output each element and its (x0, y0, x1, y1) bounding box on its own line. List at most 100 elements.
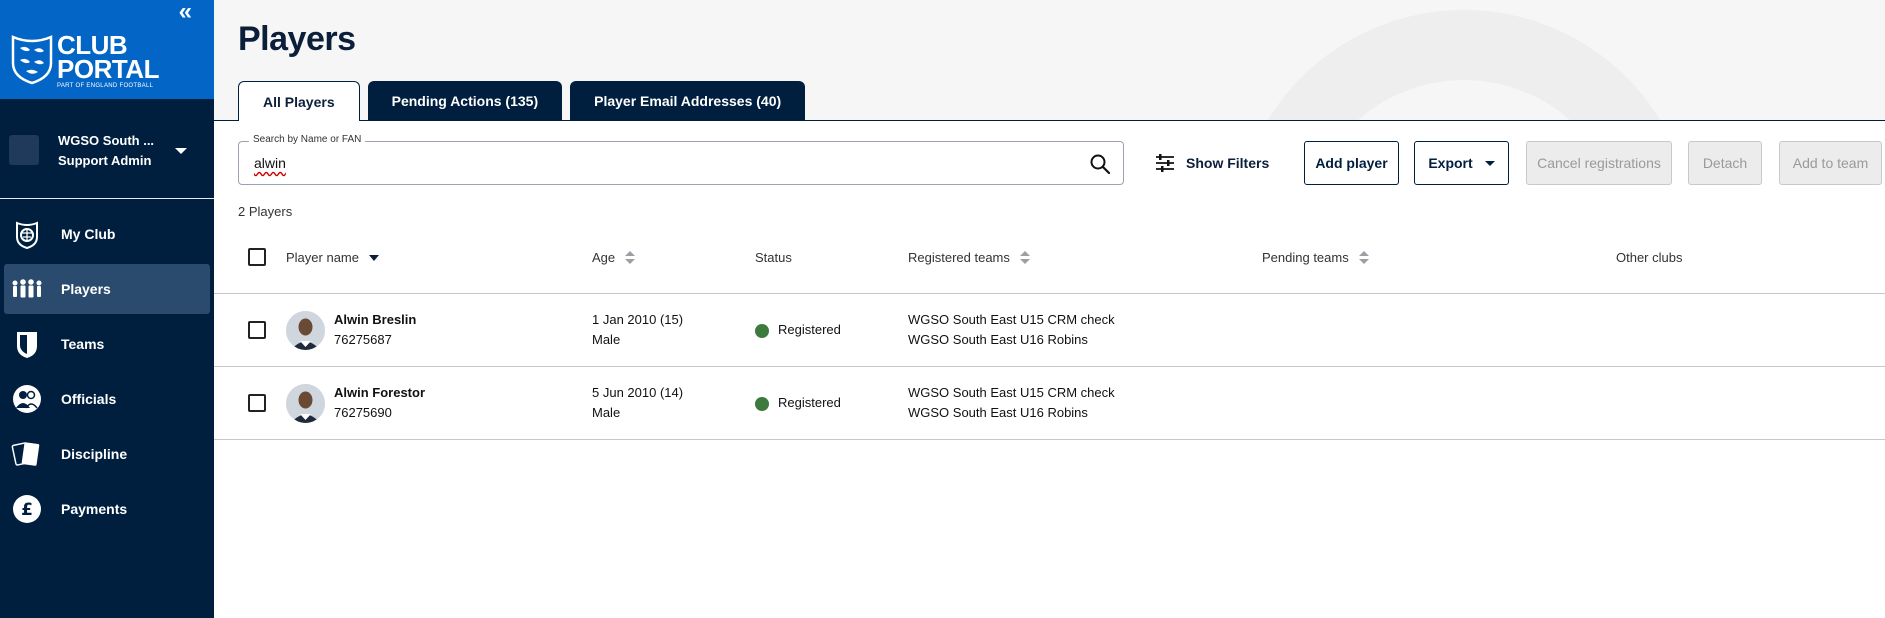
sidebar-item-teams[interactable]: Teams (4, 319, 210, 369)
brand-line2: PORTAL (57, 54, 159, 84)
players-group-icon (12, 279, 42, 298)
sidebar-item-label: Discipline (61, 446, 128, 462)
player-fan: 76275690 (334, 405, 392, 420)
row-checkbox[interactable] (248, 321, 266, 339)
club-crest-icon (16, 221, 38, 250)
cancel-registrations-button[interactable]: Cancel registrations (1526, 141, 1672, 185)
chevron-down-icon (1484, 160, 1495, 166)
tab-pending-actions[interactable]: Pending Actions (135) (367, 81, 563, 121)
table-header: Player name Age Status Registered teams … (214, 238, 1885, 294)
three-lions-logo-icon (11, 35, 53, 85)
team-shield-icon (17, 332, 37, 358)
player-fan: 76275687 (334, 332, 392, 347)
registered-team: WGSO South East U16 Robins (908, 332, 1088, 347)
svg-text:£: £ (21, 500, 33, 520)
sort-icon[interactable] (1358, 250, 1369, 265)
page-title: Players (238, 20, 356, 58)
player-dob-age: 5 Jun 2010 (14) (592, 385, 684, 400)
sidebar-item-label: Payments (61, 501, 128, 517)
table-row[interactable]: Alwin Forestor 76275690 5 Jun 2010 (14) … (214, 367, 1885, 440)
export-label: Export (1428, 155, 1473, 171)
sort-descending-icon[interactable] (368, 254, 379, 261)
player-dob-age: 1 Jan 2010 (15) (592, 312, 684, 327)
column-label: Status (755, 250, 792, 265)
status-dot-icon (755, 396, 769, 411)
column-registered-teams[interactable]: Registered teams (908, 250, 1030, 265)
officials-icon (13, 385, 41, 413)
column-other-clubs: Other clubs (1616, 250, 1682, 265)
player-photo-icon (286, 311, 325, 350)
sidebar-item-label: My Club (61, 226, 116, 242)
column-label: Registered teams (908, 250, 1010, 265)
tab-all-players[interactable]: All Players (238, 81, 360, 121)
account-switcher[interactable]: WGSO South ... Support Admin (0, 116, 214, 188)
sort-icon[interactable] (1019, 250, 1030, 265)
tab-player-email-addresses[interactable]: Player Email Addresses (40) (570, 81, 806, 121)
status-dot-icon (755, 323, 769, 338)
chevron-down-icon[interactable] (175, 148, 187, 154)
main-content: Players All Players Pending Actions (135… (214, 0, 1885, 618)
sidebar-divider (0, 198, 214, 199)
registered-teams-cell: WGSO South East U15 CRM check WGSO South… (908, 310, 1115, 350)
status-cell: Registered (755, 393, 841, 413)
table-row[interactable]: Alwin Breslin 76275687 1 Jan 2010 (15) M… (214, 294, 1885, 367)
sidebar-item-payments[interactable]: £ Payments (4, 484, 210, 534)
brand-header: « CLUB PORTAL PART OF ENGLAND FOOTBALL (0, 0, 214, 99)
status-badge: Registered (778, 322, 841, 337)
player-avatar (286, 384, 325, 423)
search-label: Search by Name or FAN (249, 134, 366, 145)
registered-teams-cell: WGSO South East U15 CRM check WGSO South… (908, 383, 1115, 423)
show-filters-button[interactable]: Show Filters (1154, 148, 1269, 178)
tab-bar: All Players Pending Actions (135) Player… (238, 81, 813, 121)
search-value[interactable]: alwin (254, 155, 286, 171)
status-badge: Registered (778, 395, 841, 410)
account-role: Support Admin (58, 153, 152, 168)
registered-team: WGSO South East U15 CRM check (908, 385, 1115, 400)
column-label: Pending teams (1262, 250, 1349, 265)
sidebar-item-officials[interactable]: Officials (4, 374, 210, 424)
export-button[interactable]: Export (1414, 141, 1509, 185)
column-label: Other clubs (1616, 250, 1683, 265)
age-cell: 5 Jun 2010 (14) Male (592, 383, 683, 423)
column-age[interactable]: Age (592, 250, 636, 265)
sidebar-item-my-club[interactable]: My Club (4, 209, 210, 259)
player-avatar (286, 311, 325, 350)
show-filters-label: Show Filters (1186, 155, 1270, 171)
sidebar-item-players[interactable]: Players (4, 264, 210, 314)
tab-divider (214, 120, 1885, 121)
account-name: WGSO South ... (58, 133, 155, 148)
player-name-cell: Alwin Breslin 76275687 (334, 310, 416, 350)
add-to-team-button[interactable]: Add to team (1779, 141, 1882, 185)
sidebar-item-label: Officials (61, 391, 117, 407)
detach-button[interactable]: Detach (1688, 141, 1762, 185)
player-name[interactable]: Alwin Breslin (334, 310, 416, 330)
column-player-name[interactable]: Player name (286, 250, 379, 265)
decorative-arc (1234, 10, 1694, 120)
sidebar-item-discipline[interactable]: Discipline (4, 429, 210, 479)
sidebar-nav: My Club Players Teams Officials Discipli… (0, 205, 214, 539)
sidebar-item-label: Players (61, 281, 111, 297)
search-input[interactable]: Search by Name or FAN alwin (238, 134, 1124, 185)
sort-icon[interactable] (625, 250, 636, 265)
registered-team: WGSO South East U15 CRM check (908, 312, 1115, 327)
row-checkbox[interactable] (248, 394, 266, 412)
column-label: Age (592, 250, 616, 265)
cards-icon (11, 442, 40, 466)
search-icon[interactable] (1089, 153, 1111, 175)
add-player-button[interactable]: Add player (1304, 141, 1399, 185)
sidebar: « CLUB PORTAL PART OF ENGLAND FOOTBALL W… (0, 0, 214, 618)
player-name-cell: Alwin Forestor 76275690 (334, 383, 425, 423)
column-label: Player name (286, 250, 359, 265)
player-name[interactable]: Alwin Forestor (334, 383, 425, 403)
sidebar-item-label: Teams (61, 336, 105, 352)
filter-sliders-icon (1156, 154, 1174, 172)
select-all-checkbox[interactable] (248, 248, 266, 266)
column-status: Status (755, 250, 792, 265)
collapse-sidebar-icon[interactable]: « (179, 0, 192, 24)
player-photo-icon (286, 384, 325, 423)
brand-title: CLUB PORTAL PART OF ENGLAND FOOTBALL (57, 32, 159, 90)
brand-tagline: PART OF ENGLAND FOOTBALL (57, 83, 154, 89)
club-avatar (9, 135, 39, 165)
age-cell: 1 Jan 2010 (15) Male (592, 310, 683, 350)
column-pending-teams[interactable]: Pending teams (1262, 250, 1369, 265)
